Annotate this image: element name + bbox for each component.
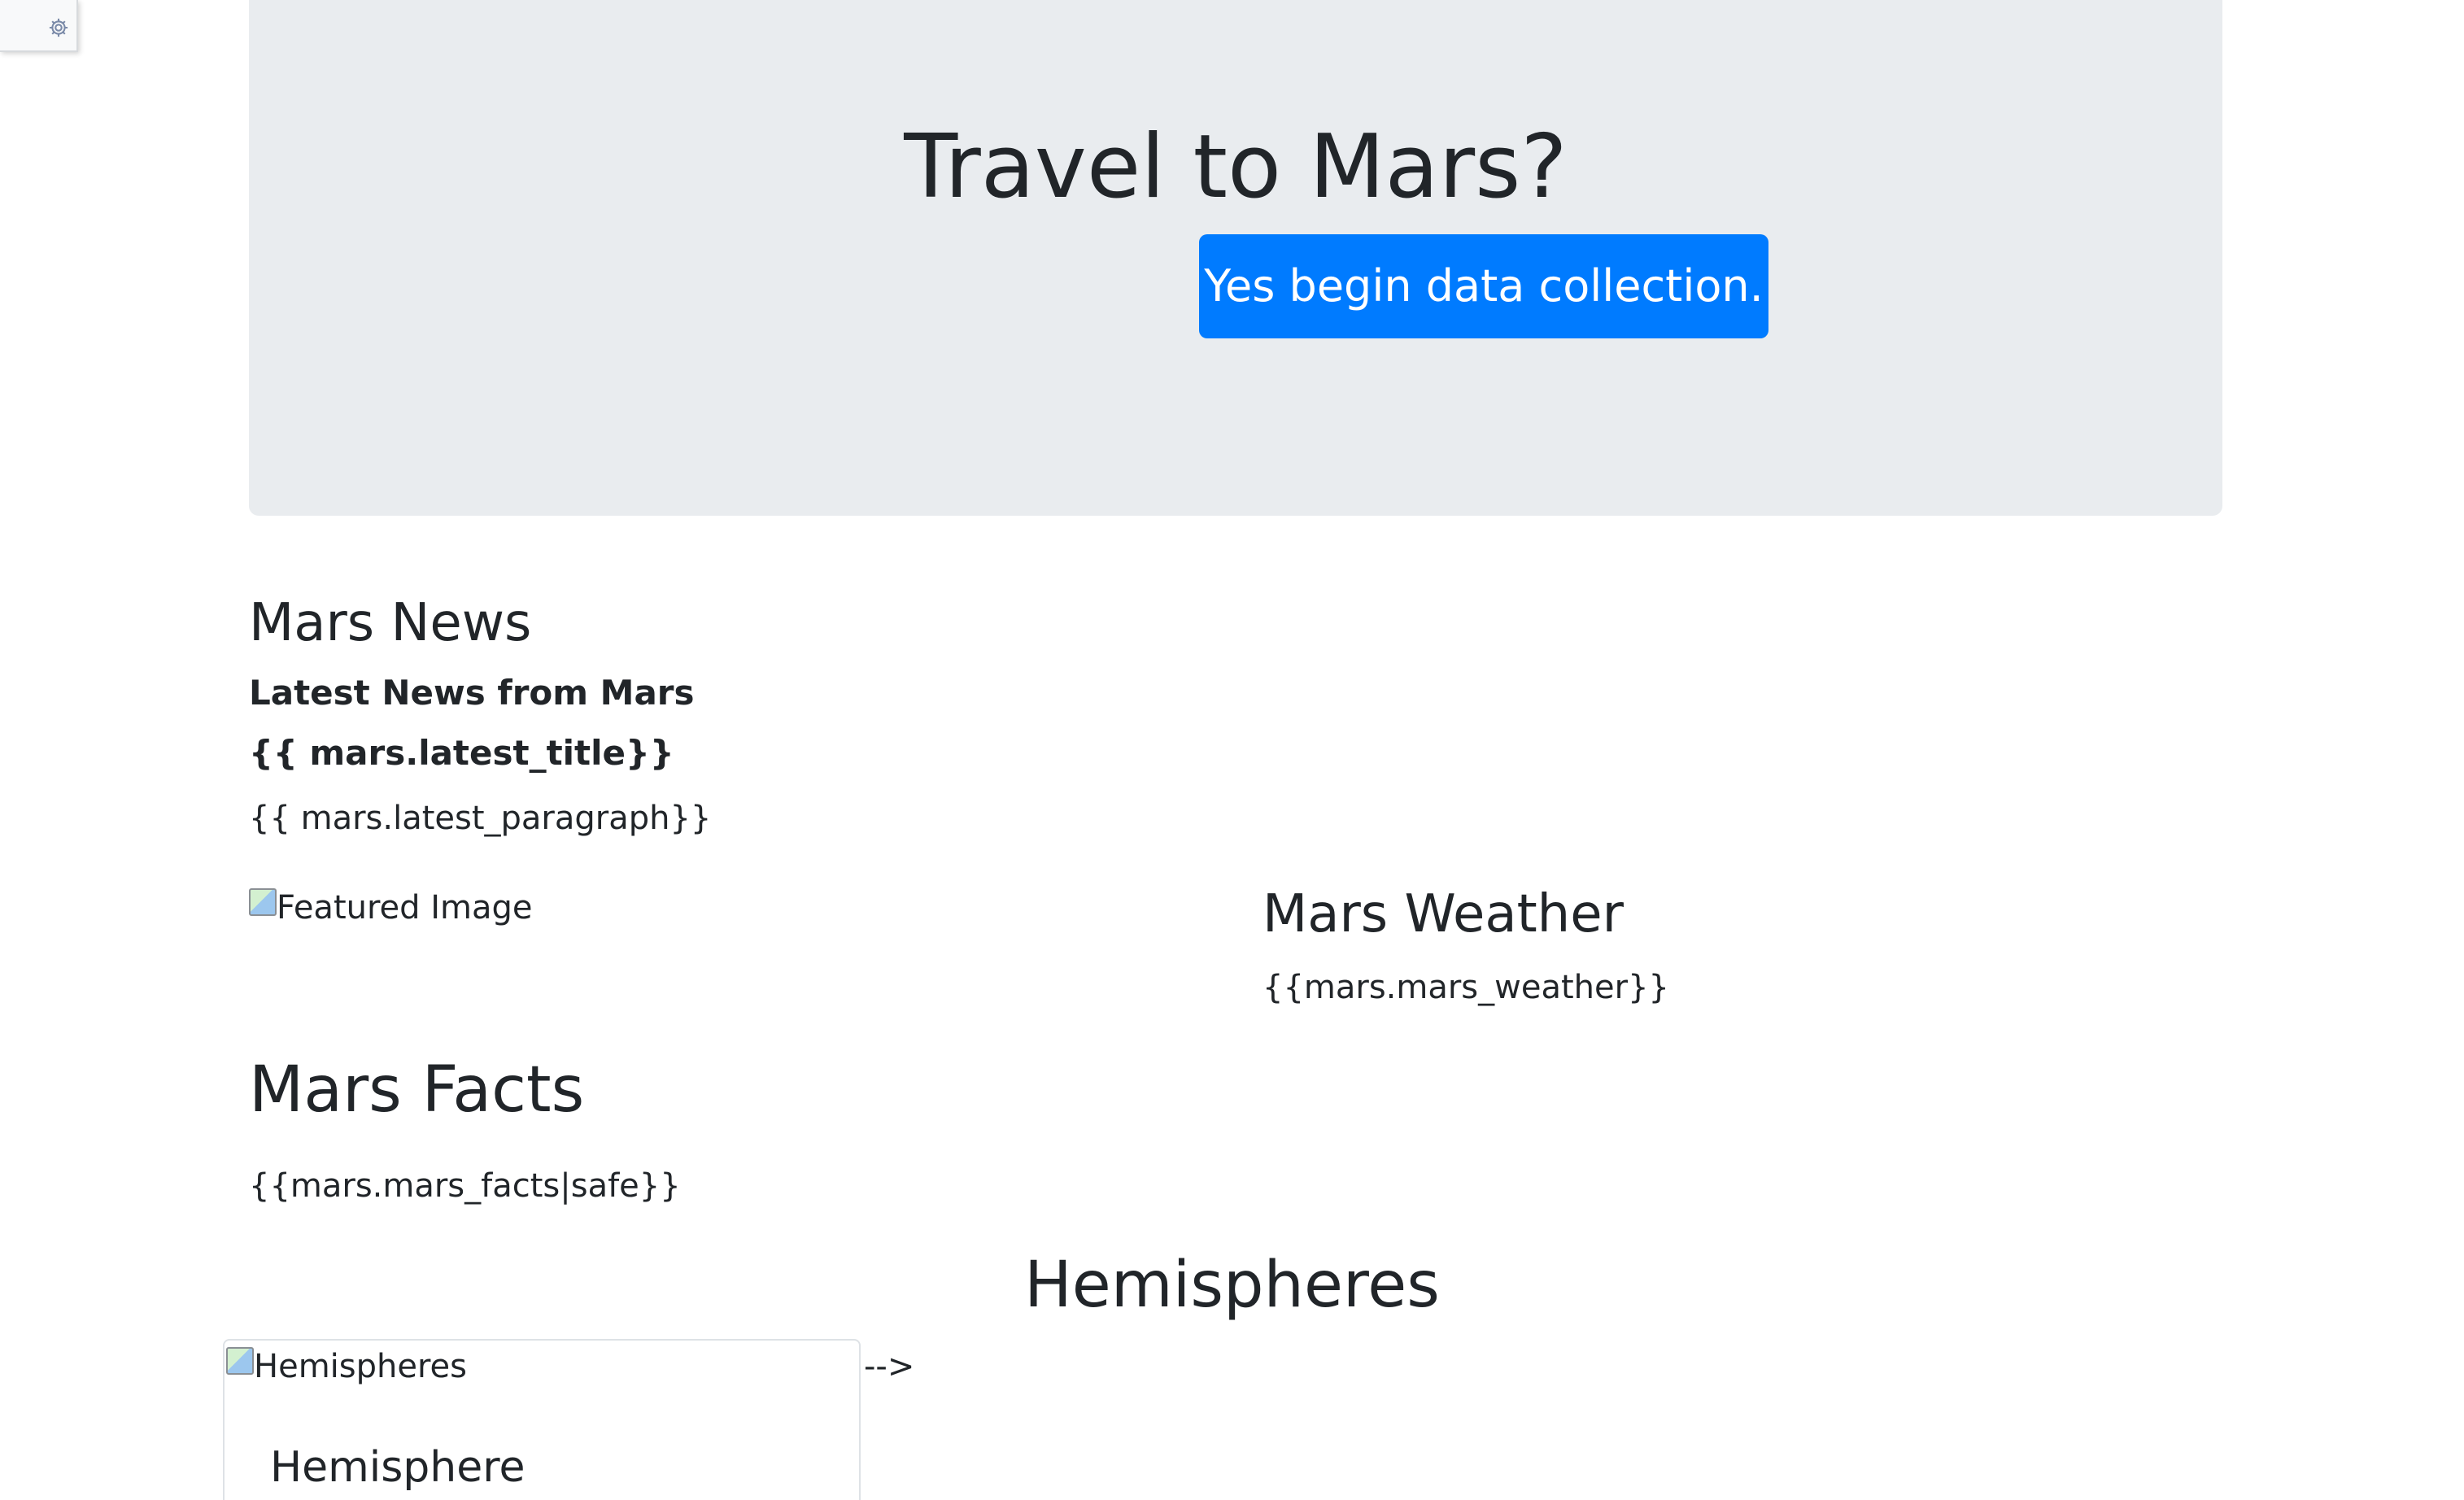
hemisphere-card: Hemispheres Hemisphere: [223, 1339, 861, 1500]
settings-widget[interactable]: [0, 0, 78, 52]
hemisphere-card-title: Hemisphere: [270, 1443, 526, 1492]
hemisphere-image-alt: Hemispheres: [254, 1348, 467, 1385]
mars-facts-value: {{mars.mars_facts|safe}}: [249, 1167, 681, 1205]
stray-comment-text: -->: [864, 1348, 915, 1385]
mars-weather-value: {{mars.mars_weather}}: [1263, 969, 1669, 1006]
hemispheres-heading: Hemispheres: [1024, 1249, 1440, 1322]
featured-image: Featured Image: [249, 885, 533, 931]
mars-news-heading: Mars News: [249, 593, 532, 653]
hero-title: Travel to Mars?: [904, 116, 1568, 218]
featured-image-alt: Featured Image: [277, 889, 533, 927]
hero-banner: Travel to Mars? Yes begin data collectio…: [249, 0, 2222, 516]
hemisphere-image: Hemispheres: [226, 1344, 467, 1389]
latest-news-title: {{ mars.latest_title}}: [249, 733, 674, 773]
broken-image-icon: [249, 888, 277, 916]
mars-weather-heading: Mars Weather: [1263, 884, 1624, 944]
latest-news-subheading: Latest News from Mars: [249, 673, 695, 713]
begin-data-collection-button[interactable]: Yes begin data collection.: [1199, 234, 1768, 338]
gear-icon[interactable]: [47, 16, 70, 39]
mars-facts-heading: Mars Facts: [249, 1053, 585, 1127]
broken-image-icon: [226, 1347, 254, 1375]
latest-news-paragraph: {{ mars.latest_paragraph}}: [249, 800, 712, 837]
